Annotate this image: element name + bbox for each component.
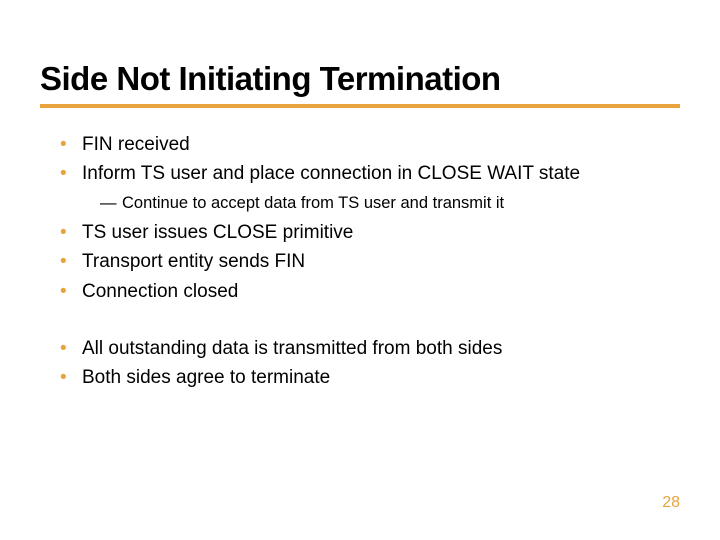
page-number: 28 bbox=[662, 494, 680, 512]
list-item: Inform TS user and place connection in C… bbox=[60, 159, 680, 215]
bullet-list: All outstanding data is transmitted from… bbox=[40, 334, 680, 393]
spacer bbox=[40, 306, 680, 334]
list-item: FIN received bbox=[60, 130, 680, 159]
bullet-list: FIN received Inform TS user and place co… bbox=[40, 130, 680, 306]
list-item-text: Inform TS user and place connection in C… bbox=[82, 163, 580, 184]
sub-list-item: Continue to accept data from TS user and… bbox=[100, 191, 680, 216]
list-item: All outstanding data is transmitted from… bbox=[60, 334, 680, 363]
sub-list: Continue to accept data from TS user and… bbox=[82, 191, 680, 216]
list-item: Connection closed bbox=[60, 277, 680, 306]
list-item: Both sides agree to terminate bbox=[60, 363, 680, 392]
list-item: Transport entity sends FIN bbox=[60, 247, 680, 276]
list-item: TS user issues CLOSE primitive bbox=[60, 218, 680, 247]
slide-title: Side Not Initiating Termination bbox=[40, 60, 680, 108]
